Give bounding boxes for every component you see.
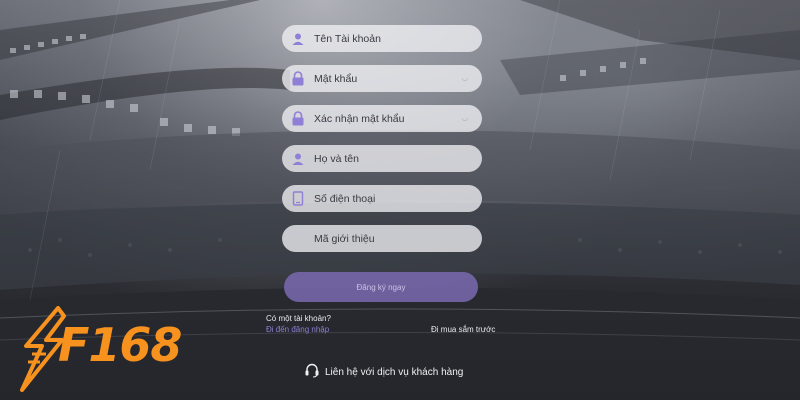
username-field[interactable]: Tên Tài khoản (282, 25, 482, 52)
headset-icon (304, 362, 320, 383)
user-icon (290, 151, 306, 167)
account-question: Có một tài khoản? (266, 314, 331, 323)
support-label: Liên hệ với dịch vụ khách hàng (325, 367, 464, 378)
logo-text: F168 (58, 318, 182, 372)
password-label: Mật khẩu (314, 72, 358, 85)
eye-icon[interactable]: ◡ (462, 114, 468, 122)
lock-icon (290, 111, 306, 127)
lock-icon (290, 71, 306, 87)
confirm-password-field[interactable]: Xác nhận mật khẩu ◡ (282, 105, 482, 132)
password-field[interactable]: Mật khẩu ◡ (282, 65, 482, 92)
eye-icon[interactable]: ◡ (462, 74, 468, 82)
login-link[interactable]: Đi đến đăng nhập (266, 325, 329, 334)
referral-code-field[interactable]: Mã giới thiệu (282, 225, 482, 252)
full-name-field[interactable]: Họ và tên (282, 145, 482, 172)
phone-label: Số điện thoại (314, 192, 376, 205)
phone-icon (290, 191, 306, 207)
username-label: Tên Tài khoản (314, 32, 381, 45)
user-icon (290, 31, 306, 47)
referral-code-label: Mã giới thiệu (314, 232, 375, 245)
referral-icon (290, 231, 306, 247)
phone-field[interactable]: Số điện thoại (282, 185, 482, 212)
register-button-label: Đăng ký ngay (356, 282, 406, 292)
register-button[interactable]: Đăng ký ngay (284, 272, 478, 302)
customer-support-link[interactable]: Liên hệ với dịch vụ khách hàng (304, 362, 463, 383)
shop-first-link[interactable]: Đi mua sắm trước (431, 325, 495, 334)
confirm-password-label: Xác nhận mật khẩu (314, 112, 405, 125)
full-name-label: Họ và tên (314, 152, 359, 165)
